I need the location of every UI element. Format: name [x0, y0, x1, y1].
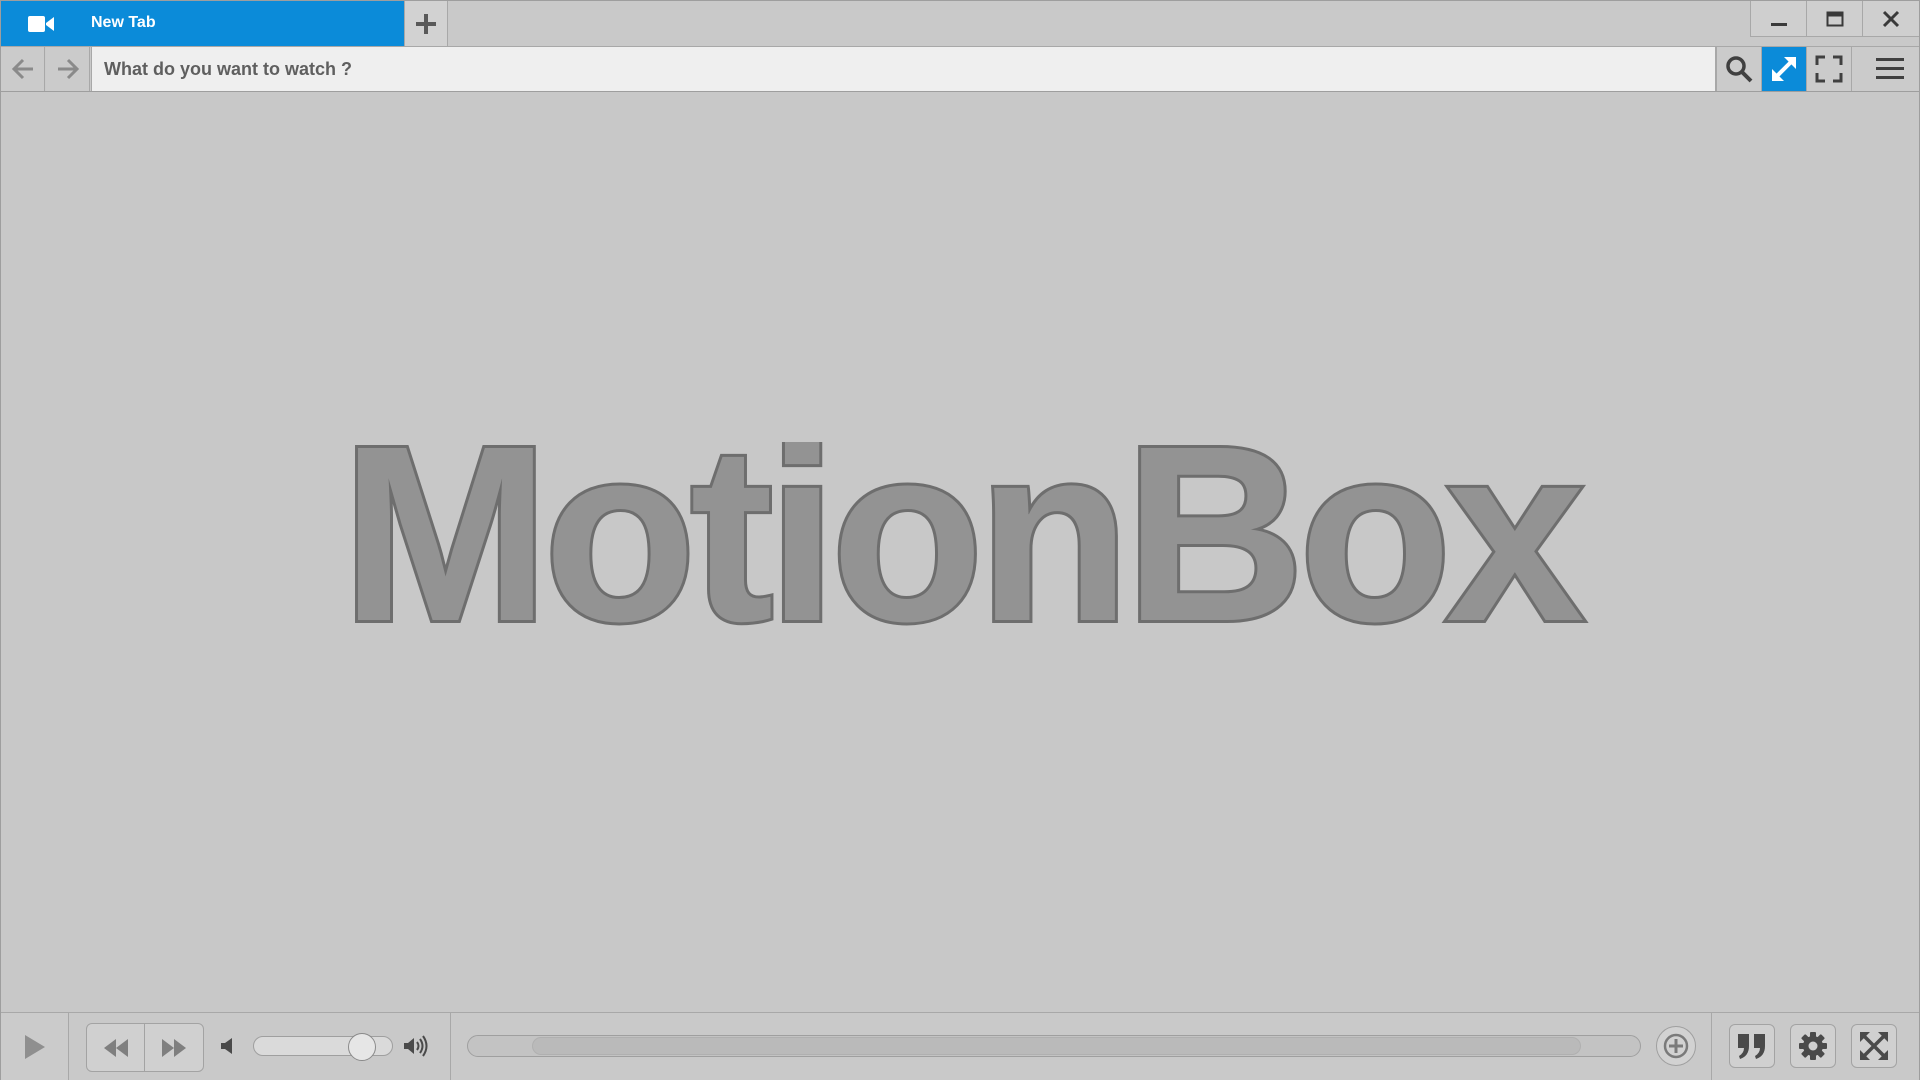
fullscreen-button[interactable]: [1806, 47, 1851, 91]
divider: [1711, 1013, 1712, 1080]
volume-max-button[interactable]: [402, 1033, 430, 1059]
arrow-right-icon: [57, 58, 79, 80]
maximize-button[interactable]: [1806, 1, 1862, 37]
expand-button[interactable]: [1761, 47, 1806, 91]
seek-bar-buffer: [532, 1037, 1582, 1055]
menu-button[interactable]: [1851, 47, 1919, 91]
arrow-left-icon: [11, 58, 33, 80]
rewind-button[interactable]: [87, 1024, 145, 1071]
address-bar: [1, 47, 1919, 92]
app-logo: MotionBox: [1, 442, 1919, 642]
search-input[interactable]: [91, 47, 1716, 91]
subtitles-button[interactable]: [1729, 1024, 1775, 1068]
plus-icon: [416, 13, 436, 34]
tab-label: New Tab: [91, 14, 156, 31]
back-button[interactable]: [1, 47, 45, 91]
gear-icon: [1799, 1032, 1827, 1060]
volume-high-icon: [404, 1035, 428, 1057]
player-controls: [1, 1012, 1919, 1080]
player-stage[interactable]: MotionBox: [1, 92, 1919, 1012]
add-icon: [1663, 1033, 1689, 1059]
close-button[interactable]: [1862, 1, 1919, 37]
volume-low-icon: [221, 1038, 232, 1054]
fullscreen-arrows-icon: [1860, 1032, 1888, 1060]
expand-icon: [1772, 57, 1796, 81]
mute-button[interactable]: [217, 1033, 237, 1059]
video-camera-icon: [28, 16, 54, 32]
maximize-icon: [1826, 11, 1843, 26]
app-window: New Tab What do you want to watch ? Moti…: [0, 0, 1920, 1080]
rewind-icon: [103, 1038, 128, 1057]
seek-bar[interactable]: [467, 1035, 1641, 1057]
settings-button[interactable]: [1790, 1024, 1836, 1068]
add-button[interactable]: [1656, 1026, 1696, 1066]
fullscreen-corners-icon: [1815, 55, 1843, 83]
quote-icon: [1738, 1034, 1765, 1059]
play-button[interactable]: [1, 1013, 69, 1080]
tab-new-tab[interactable]: New Tab: [1, 1, 404, 46]
hamburger-menu-icon: [1876, 58, 1904, 79]
search-icon: [1726, 56, 1753, 83]
volume-slider-handle[interactable]: [348, 1033, 377, 1061]
play-icon: [24, 1034, 45, 1059]
logo-wordmark: MotionBox: [338, 442, 1590, 642]
player-fullscreen-button[interactable]: [1851, 1024, 1897, 1068]
new-tab-button[interactable]: [404, 1, 448, 46]
minimize-icon: [1770, 22, 1787, 26]
close-icon: [1882, 10, 1900, 27]
divider: [450, 1013, 451, 1080]
fast-forward-icon: [162, 1038, 186, 1057]
seek-button-group: [86, 1023, 204, 1072]
fast-forward-button[interactable]: [145, 1024, 203, 1071]
title-bar: New Tab: [1, 1, 1919, 47]
minimize-button[interactable]: [1750, 1, 1806, 37]
search-button[interactable]: [1716, 47, 1761, 91]
forward-button[interactable]: [46, 47, 90, 91]
logo-text: MotionBox: [341, 442, 1583, 642]
